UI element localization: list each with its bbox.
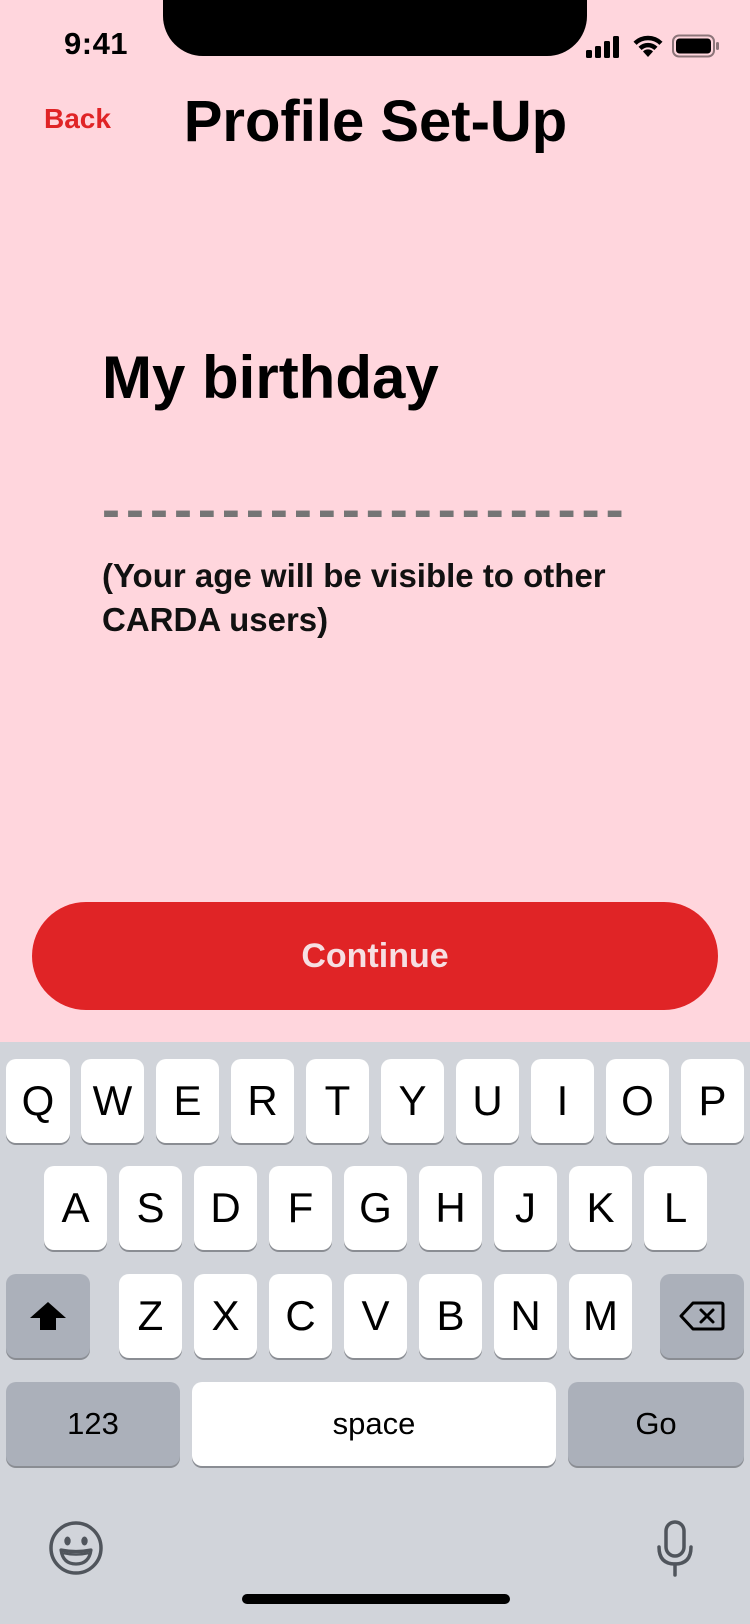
continue-button[interactable]: Continue [32, 902, 718, 1010]
key-z[interactable]: Z [119, 1274, 182, 1358]
key-u[interactable]: U [456, 1059, 519, 1143]
key-d[interactable]: D [194, 1166, 257, 1250]
space-key[interactable]: space [192, 1382, 556, 1466]
key-x[interactable]: X [194, 1274, 257, 1358]
key-o[interactable]: O [606, 1059, 669, 1143]
key-c[interactable]: C [269, 1274, 332, 1358]
backspace-icon [679, 1301, 725, 1331]
key-q[interactable]: Q [6, 1059, 70, 1143]
key-r[interactable]: R [231, 1059, 294, 1143]
backspace-key[interactable] [660, 1274, 744, 1358]
key-e[interactable]: E [156, 1059, 219, 1143]
go-key[interactable]: Go [568, 1382, 744, 1466]
microphone-icon[interactable] [656, 1520, 694, 1578]
key-l[interactable]: L [644, 1166, 707, 1250]
battery-icon [672, 34, 719, 58]
birthday-input[interactable] [102, 480, 692, 540]
age-visibility-note: (Your age will be visible to other CARDA… [102, 557, 606, 638]
shift-key[interactable] [6, 1274, 90, 1358]
key-b[interactable]: B [419, 1274, 482, 1358]
key-s[interactable]: S [119, 1166, 182, 1250]
emoji-icon[interactable] [48, 1520, 104, 1576]
key-j[interactable]: J [494, 1166, 557, 1250]
key-n[interactable]: N [494, 1274, 557, 1358]
key-k[interactable]: K [569, 1166, 632, 1250]
key-m[interactable]: M [569, 1274, 632, 1358]
key-f[interactable]: F [269, 1166, 332, 1250]
notch [163, 0, 587, 56]
key-h[interactable]: H [419, 1166, 482, 1250]
signal-icon [586, 36, 619, 58]
key-t[interactable]: T [306, 1059, 369, 1143]
numbers-key[interactable]: 123 [6, 1382, 180, 1466]
page-title: Profile Set-Up [183, 89, 568, 154]
wifi-icon [633, 35, 663, 57]
home-indicator [242, 1594, 510, 1604]
question-heading: My birthday [102, 344, 439, 411]
key-g[interactable]: G [344, 1166, 407, 1250]
status-time: 9:41 [64, 26, 129, 61]
key-v[interactable]: V [344, 1274, 407, 1358]
shift-icon [30, 1302, 66, 1330]
screen: 9:41 Back Profile Set-Up My birthday (Yo… [0, 0, 750, 1624]
key-w[interactable]: W [81, 1059, 144, 1143]
key-p[interactable]: P [681, 1059, 744, 1143]
app-area: 9:41 Back Profile Set-Up My birthday (Yo… [0, 0, 750, 1042]
key-i[interactable]: I [531, 1059, 594, 1143]
key-a[interactable]: A [44, 1166, 107, 1250]
key-y[interactable]: Y [381, 1059, 444, 1143]
